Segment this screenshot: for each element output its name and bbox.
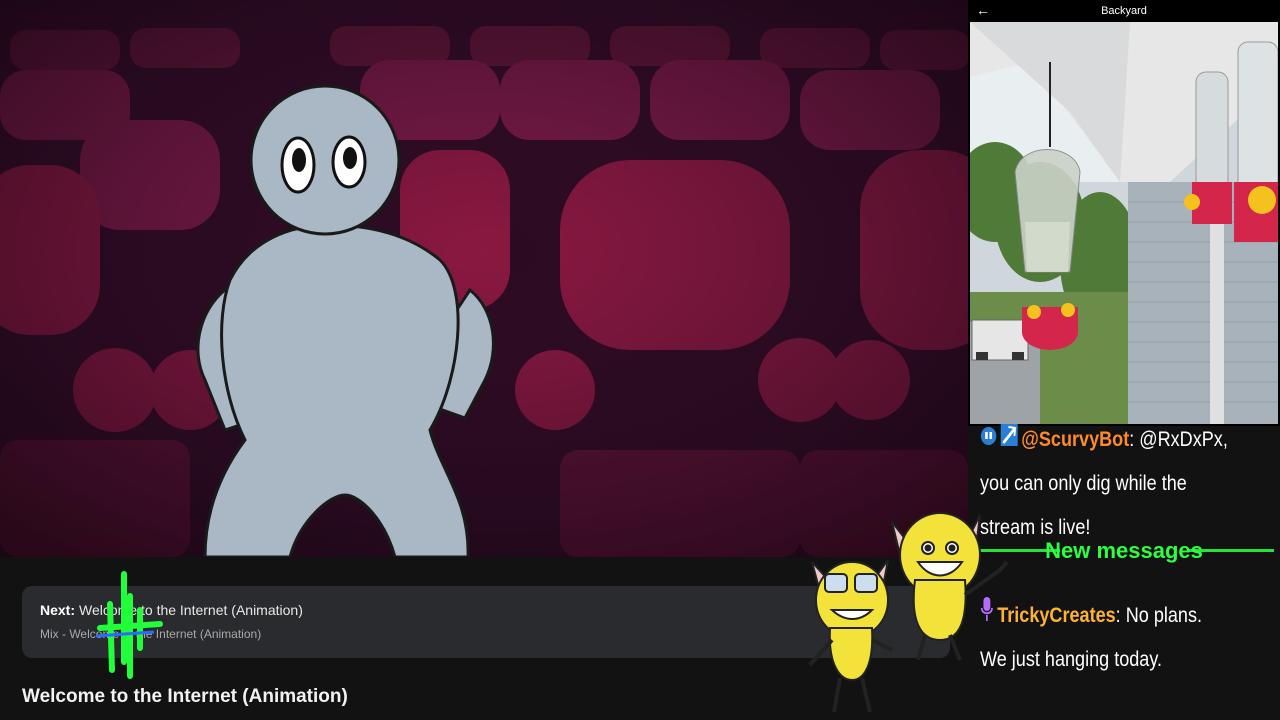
- pickaxe-badge-icon: [1000, 418, 1018, 462]
- camera-title: Backyard: [1101, 5, 1147, 17]
- video-player[interactable]: [0, 0, 968, 557]
- mascot-overlay-icon: [808, 512, 1009, 713]
- camera-feed[interactable]: [970, 22, 1278, 424]
- up-next-line[interactable]: Next: Welcome to the Internet (Animation): [40, 602, 303, 618]
- up-next-prefix: Next:: [40, 602, 76, 618]
- camera-panel: ← Backyard: [968, 0, 1280, 426]
- camera-header: ← Backyard: [968, 0, 1280, 22]
- chat-username[interactable]: @ScurvyBot: [1021, 428, 1129, 451]
- glitch-logo-icon: [95, 571, 163, 679]
- video-frame: [0, 0, 968, 557]
- bot-badge-icon: [980, 418, 997, 462]
- video-title[interactable]: Welcome to the Internet (Animation): [22, 686, 348, 708]
